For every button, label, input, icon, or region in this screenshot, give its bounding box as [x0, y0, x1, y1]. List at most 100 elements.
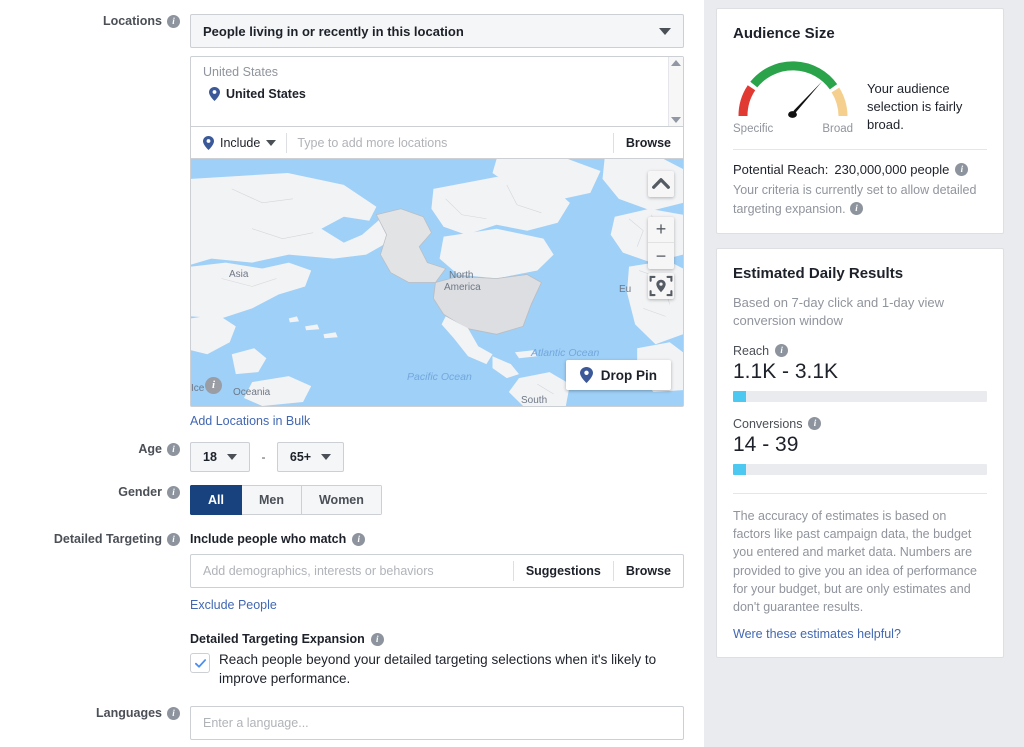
check-icon: [194, 658, 206, 668]
audience-gauge: Specific Broad: [733, 54, 853, 135]
metric-conversions: Conversions i 14 - 39: [733, 417, 987, 475]
locations-scrollbar[interactable]: [668, 57, 683, 126]
include-mode-dropdown[interactable]: Include: [191, 135, 286, 150]
locations-field: People living in or recently in this loc…: [190, 14, 704, 430]
metric-conversions-value: 14 - 39: [733, 432, 799, 456]
age-max-value: 65+: [289, 450, 312, 464]
map-collapse-button[interactable]: [648, 171, 674, 197]
estimates-sidebar: Audience Size Specific Broad Your audien…: [704, 0, 1024, 747]
age-row: Age i 18 - 65+: [0, 442, 704, 472]
gender-label-text: Gender: [118, 485, 162, 499]
age-min-value: 18: [203, 450, 217, 464]
detailed-targeting-browse-button[interactable]: Browse: [614, 564, 683, 578]
gauge-label-specific: Specific: [733, 123, 774, 135]
detailed-targeting-field: Include people who match i Suggestions B…: [190, 532, 704, 688]
pin-icon: [203, 135, 214, 150]
map-locate-button[interactable]: [648, 273, 674, 299]
metric-conversions-label-row: Conversions i: [733, 417, 987, 431]
languages-input[interactable]: [190, 706, 684, 741]
pin-icon: [579, 367, 593, 383]
locations-row: Locations i People living in or recently…: [0, 0, 704, 430]
drop-pin-label: Drop Pin: [600, 367, 657, 383]
estimates-feedback-link[interactable]: Were these estimates helpful?: [733, 627, 901, 641]
gauge-scale-labels: Specific Broad: [733, 123, 853, 135]
locations-box: United States United States Include Type…: [190, 56, 684, 407]
metric-conversions-bar-fill: [733, 463, 746, 475]
location-search-input[interactable]: [287, 135, 613, 150]
metric-conversions-label: Conversions: [733, 416, 803, 431]
chevron-down-icon: [321, 454, 332, 460]
age-info-icon[interactable]: i: [167, 442, 180, 456]
estimated-daily-results-card: Estimated Daily Results Based on 7-day c…: [716, 247, 1004, 659]
detailed-targeting-info-icon[interactable]: i: [167, 532, 180, 546]
add-locations-bulk-link[interactable]: Add Locations in Bulk: [190, 414, 310, 428]
languages-label-text: Languages: [96, 706, 162, 721]
locations-browse-button[interactable]: Browse: [614, 136, 683, 150]
scroll-up-icon[interactable]: [671, 60, 681, 66]
potential-reach-line: Potential Reach: 230,000,000 people i: [733, 162, 987, 177]
metric-reach: Reach i 1.1K - 3.1K: [733, 344, 987, 402]
targeting-form-column: Locations i People living in or recently…: [0, 0, 704, 747]
chevron-down-icon: [226, 454, 237, 460]
detailed-targeting-expansion-checkbox[interactable]: [190, 653, 210, 673]
chevron-down-icon: [659, 27, 671, 35]
metric-conversions-info-icon[interactable]: i: [808, 417, 822, 431]
languages-info-icon[interactable]: i: [167, 706, 180, 720]
gender-option-women[interactable]: Women: [301, 485, 382, 515]
location-type-select[interactable]: People living in or recently in this loc…: [190, 14, 684, 48]
metric-reach-info-icon[interactable]: i: [775, 344, 789, 358]
metric-reach-bar-fill: [733, 390, 746, 402]
list-item[interactable]: United States: [191, 85, 683, 103]
location-type-value: People living in or recently in this loc…: [203, 23, 464, 39]
location-map[interactable]: Asia North America Eu Oceania South Ice …: [191, 158, 683, 406]
estimated-results-based-on: Based on 7-day click and 1-day view conv…: [733, 294, 945, 328]
age-label-text: Age: [138, 442, 162, 456]
detailed-targeting-expansion-row: Reach people beyond your detailed target…: [190, 651, 684, 688]
include-mode-label: Include: [220, 135, 261, 150]
detailed-targeting-input[interactable]: [191, 564, 513, 578]
map-zoom-in-button[interactable]: +: [648, 217, 674, 243]
pin-icon: [209, 87, 220, 101]
gender-option-all[interactable]: All: [190, 485, 242, 515]
gauge-graphic: [738, 61, 848, 118]
languages-field: [190, 706, 704, 741]
locations-info-icon[interactable]: i: [167, 14, 180, 28]
age-separator: -: [261, 450, 266, 464]
gender-info-icon[interactable]: i: [167, 485, 180, 499]
scroll-down-icon[interactable]: [671, 117, 681, 123]
detailed-targeting-expansion-info-icon[interactable]: i: [370, 632, 384, 646]
metric-conversions-bar: [733, 463, 987, 475]
gender-option-men[interactable]: Men: [241, 485, 302, 515]
metric-reach-value: 1.1K - 3.1K: [733, 359, 839, 383]
exclude-people-link[interactable]: Exclude People: [190, 598, 277, 612]
detailed-targeting-expansion-title: Detailed Targeting Expansion i: [190, 632, 684, 646]
age-min-select[interactable]: 18: [190, 442, 250, 472]
potential-reach-value: 230,000,000 people: [834, 162, 950, 177]
gender-row: Gender i All Men Women: [0, 485, 704, 515]
divider: [733, 149, 987, 150]
map-zoom-controls[interactable]: + −: [648, 217, 674, 269]
age-field: 18 - 65+: [190, 442, 704, 472]
include-people-heading-text: Include people who match: [190, 532, 347, 546]
metric-reach-label: Reach: [733, 343, 770, 358]
potential-reach-info-icon[interactable]: i: [955, 163, 969, 176]
gauge-label-broad: Broad: [822, 123, 853, 135]
locations-label: Locations i: [0, 14, 190, 28]
age-max-select[interactable]: 65+: [276, 442, 345, 472]
detailed-targeting-label-text: Detailed Targeting: [53, 532, 162, 546]
criteria-note-info-icon[interactable]: i: [850, 202, 864, 216]
chevron-up-icon: [652, 178, 670, 189]
drop-pin-button[interactable]: Drop Pin: [565, 360, 671, 390]
audience-size-card: Audience Size Specific Broad Your audien…: [716, 8, 1004, 234]
map-info-icon[interactable]: i: [205, 377, 222, 394]
locations-label-text: Locations: [102, 14, 162, 28]
map-zoom-out-button[interactable]: −: [648, 243, 674, 269]
criteria-note-wrap: Your criteria is currently set to allow …: [733, 181, 987, 219]
suggestions-button[interactable]: Suggestions: [514, 564, 613, 578]
include-people-heading: Include people who match i: [190, 532, 684, 546]
estimates-disclaimer: The accuracy of estimates is based on fa…: [733, 508, 977, 615]
list-item-label: United States: [226, 87, 306, 101]
metric-reach-label-row: Reach i: [733, 344, 987, 358]
include-people-info-icon[interactable]: i: [352, 532, 366, 546]
audience-size-title: Audience Size: [733, 25, 835, 42]
